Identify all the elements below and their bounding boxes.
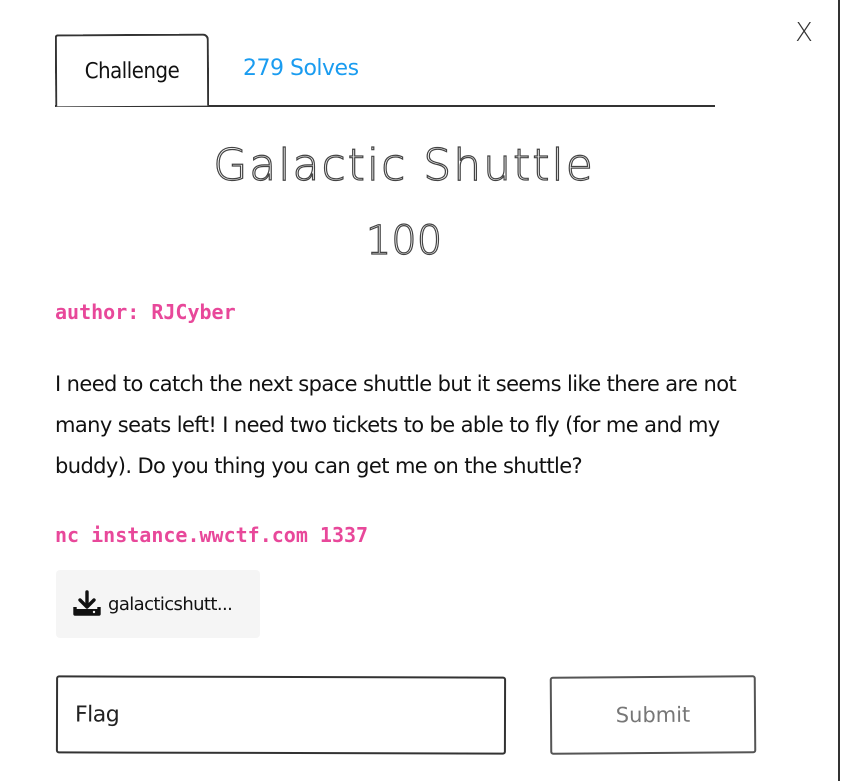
download-icon (73, 590, 101, 616)
tab-challenge[interactable]: Challenge (54, 33, 210, 107)
tab-bar: Challenge 279 Solves (54, 32, 715, 108)
tab-challenge-label: Challenge (84, 58, 180, 84)
tab-solves[interactable]: 279 Solves (243, 56, 359, 81)
file-name: galacticshutt... (108, 593, 233, 615)
challenge-author: author: RJCyber (55, 300, 236, 324)
challenge-points: 100 (365, 217, 443, 264)
file-download-button[interactable]: galacticshutt... (56, 570, 260, 638)
challenge-name: Galactic Shuttle (213, 139, 595, 191)
close-button[interactable]: X (790, 18, 818, 48)
modal-border (838, 0, 840, 781)
connection-info: nc instance.wwctf.com 1337 (55, 523, 369, 547)
flag-input[interactable] (55, 675, 507, 755)
challenge-description: I need to catch the next space shuttle b… (55, 372, 737, 478)
submit-button[interactable]: Submit (549, 675, 757, 755)
